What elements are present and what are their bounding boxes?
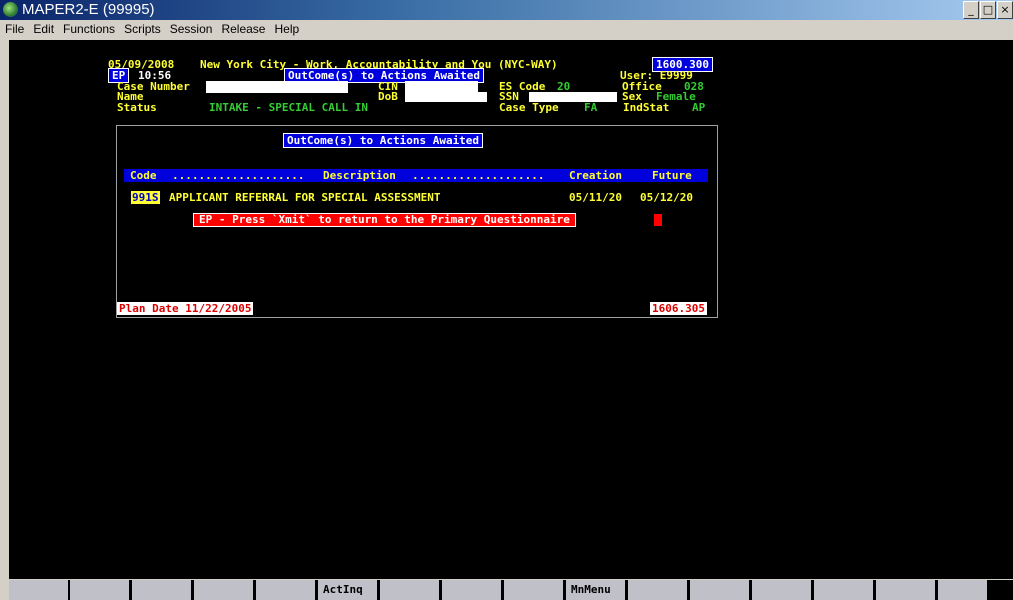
status-label: Status [117,101,157,114]
close-button[interactable]: × [997,1,1013,19]
fkey-2[interactable] [70,580,130,600]
col-description: Description [323,169,396,182]
fkey-5[interactable] [256,580,316,600]
plan-date: Plan Date 11/22/2005 [117,302,254,315]
col-dots-right: .................... [412,169,545,182]
fkey-1[interactable] [9,580,69,600]
fkey-15[interactable] [876,580,936,600]
panel-screen-code: 1606.305 [650,302,707,315]
row-description: APPLICANT REFERRAL FOR SPECIAL ASSESSMEN… [169,191,441,204]
col-future: Future [652,169,692,182]
app-globe-icon [3,2,18,17]
fkey-8[interactable] [442,580,502,600]
case-type-label: Case Type [499,101,559,114]
row-future: 05/12/20 [640,191,693,204]
mnmenu-key[interactable]: MnMenu [566,580,626,600]
window-title: MAPER2-E (99995) [22,1,155,18]
menu-file[interactable]: File [0,20,28,36]
col-creation: Creation [569,169,622,182]
row-code[interactable]: 991S [131,191,160,204]
indstat-label: IndStat [623,101,670,114]
fkey-3[interactable] [132,580,192,600]
function-key-bar: ActInq MnMenu [9,580,1013,600]
fkey-9[interactable] [504,580,564,600]
title-bar: MAPER2-E (99995) _ □ × [0,0,1013,20]
actinq-key[interactable]: ActInq [318,580,378,600]
case-number-field[interactable] [206,81,348,93]
menu-functions[interactable]: Functions [58,20,119,36]
cin-field[interactable] [405,81,478,92]
indstat-value: AP [692,101,706,114]
window-controls: _ □ × [962,1,1013,19]
menu-release[interactable]: Release [216,20,269,36]
fkey-16[interactable] [938,580,988,600]
fkey-14[interactable] [814,580,874,600]
dob-label: DoB [378,90,398,103]
fkey-7[interactable] [380,580,440,600]
fkey-12[interactable] [690,580,750,600]
maximize-button[interactable]: □ [980,1,996,19]
menu-session[interactable]: Session [165,20,217,36]
fkey-11[interactable] [628,580,688,600]
panel-title: OutCome(s) to Actions Awaited [283,133,484,148]
dob-field[interactable] [405,92,487,102]
status-value: INTAKE - SPECIAL CALL IN [209,101,368,114]
menu-scripts[interactable]: Scripts [119,20,165,36]
fkey-4[interactable] [194,580,254,600]
menu-edit[interactable]: Edit [28,20,58,36]
return-message: EP - Press `Xmit` to return to the Prima… [193,213,576,227]
input-cursor[interactable] [654,214,662,226]
table-row[interactable]: 991S [131,191,160,204]
fkey-13[interactable] [752,580,812,600]
menu-help[interactable]: Help [269,20,303,36]
col-code: Code [130,169,157,182]
case-type-value: FA [584,101,598,114]
row-creation: 05/11/20 [569,191,622,204]
minimize-button[interactable]: _ [963,1,979,19]
col-dots-left: .................... [172,169,305,182]
menu-bar: File Edit Functions Scripts Session Release He… [0,20,1013,38]
